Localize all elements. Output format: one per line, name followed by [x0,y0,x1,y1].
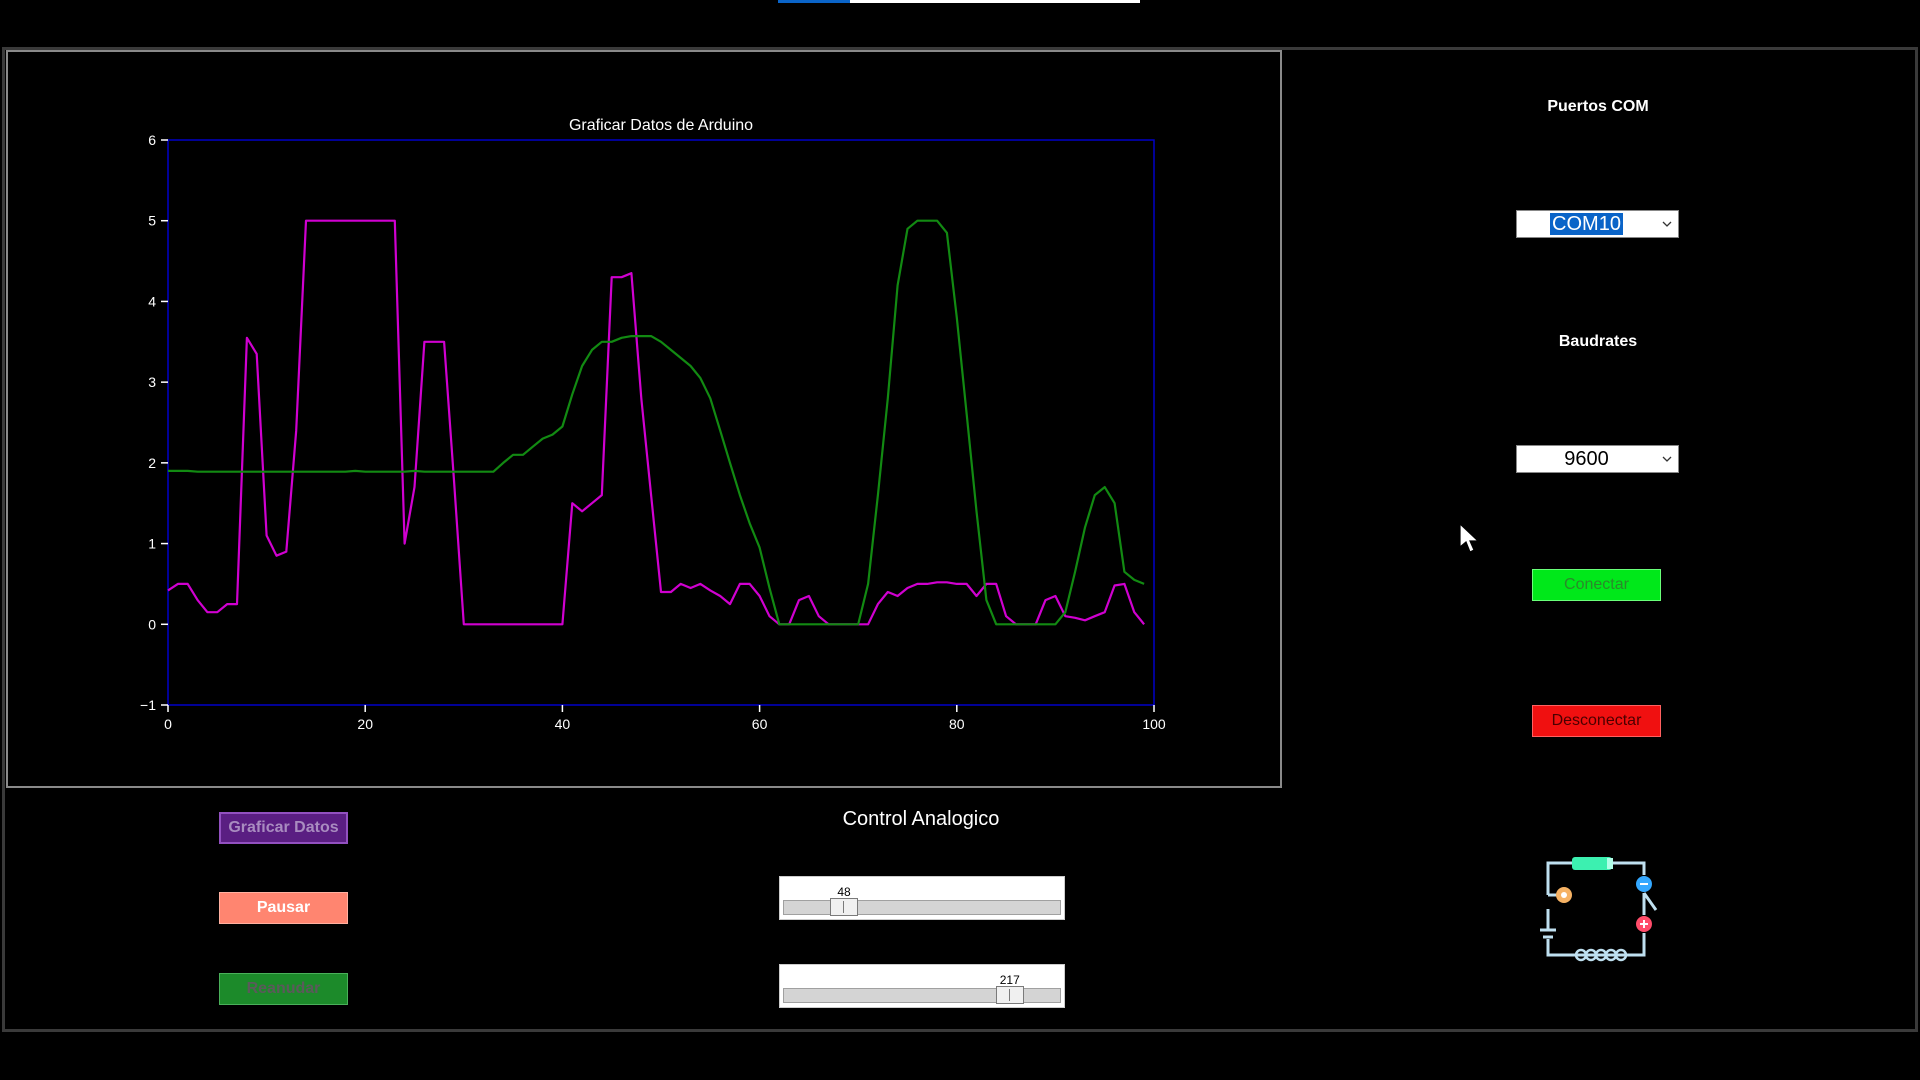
plot-axes-box [167,139,1155,706]
control-analogico-title: Control Analogico [842,808,1000,830]
top-progress-fill [778,0,851,3]
reanudar-button[interactable]: Reanudar [219,973,348,1005]
baudrate-value: 9600 [1564,448,1609,470]
y-tick-label: 3 [148,374,156,390]
slider-2-thumb[interactable] [995,986,1024,1004]
y-tick-label: 4 [148,293,156,309]
y-tick-label: −1 [140,697,156,713]
x-tick-label: 100 [1142,716,1166,732]
analog-slider-2[interactable]: 217 [779,964,1065,1008]
desconectar-button[interactable]: Desconectar [1532,705,1661,737]
plot-title: Graficar Datos de Arduino [569,117,753,134]
x-tick-label: 0 [164,716,172,732]
mouse-cursor-icon [1459,523,1480,553]
baudrate-select[interactable]: 9600 [1516,445,1679,473]
y-tick-label: 0 [148,616,156,632]
slider-1-thumb[interactable] [830,898,859,916]
circuit-logo-icon [1540,857,1658,962]
y-tick-label: 2 [148,455,156,471]
x-tick-label: 40 [555,716,571,732]
conectar-button[interactable]: Conectar [1532,569,1661,601]
x-tick-label: 80 [949,716,965,732]
pausar-button[interactable]: Pausar [219,892,348,924]
x-tick-label: 20 [357,716,373,732]
x-tick-label: 60 [752,716,768,732]
com-port-value: COM10 [1550,213,1623,235]
baudrates-label: Baudrates [1558,333,1638,350]
com-port-select[interactable]: COM10 [1516,210,1679,238]
slider-1-value: 48 [837,885,851,899]
chevron-down-icon[interactable] [1662,454,1672,464]
series-line-2 [168,219,1145,626]
series-line-1 [167,219,1145,626]
arduino-plot: Graficar Datos de Arduino−101234560 20 40 6… [140,117,1166,732]
y-tick-label: 1 [148,536,156,552]
y-tick-label: 5 [148,213,156,229]
analog-slider-1[interactable]: 48 [779,876,1065,920]
puertos-com-label: Puertos COM [1547,98,1649,115]
slider-1-trough[interactable] [783,900,1061,915]
chevron-down-icon[interactable] [1662,219,1672,229]
slider-2-value: 217 [999,973,1020,987]
y-tick-label: 6 [148,132,156,148]
plot-frame: Graficar Datos de Arduino −1 0 1 2 3 4 5 6 0 20 40 6… [6,50,1282,788]
graficar-datos-button[interactable]: Graficar Datos [219,812,348,844]
top-progress-bar [778,0,1140,3]
